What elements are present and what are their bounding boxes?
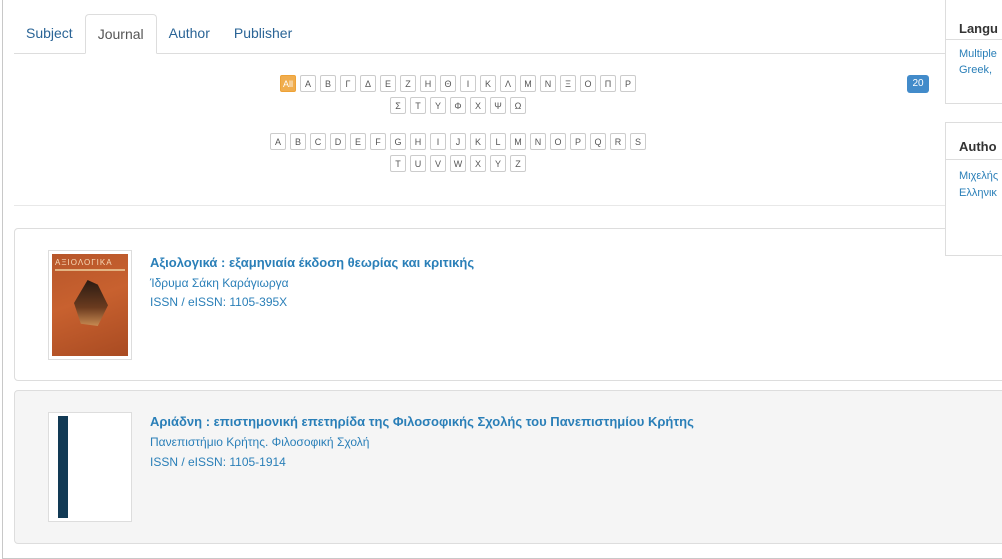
letter-filter-button[interactable]: Ν	[540, 75, 556, 92]
letter-filter-button[interactable]: Ζ	[400, 75, 416, 92]
letter-filter-button[interactable]: X	[470, 155, 486, 172]
tab-author[interactable]: Author	[157, 14, 222, 53]
divider	[14, 205, 1002, 206]
issn-text: ISSN / eISSN: 1105-1914	[150, 455, 286, 469]
cover-image: ΑΞΙΟΛΟΓΙΚΑ	[52, 254, 128, 356]
letter-filter-button[interactable]: V	[430, 155, 446, 172]
letter-filter-button[interactable]: W	[450, 155, 466, 172]
letter-filter-button[interactable]: S	[630, 133, 646, 150]
facet-divider	[946, 159, 1002, 160]
tab-subject[interactable]: Subject	[14, 14, 85, 53]
letter-filter-button[interactable]: Q	[590, 133, 606, 150]
publisher-link[interactable]: Πανεπιστήμιο Κρήτης. Φιλοσοφική Σχολή	[150, 435, 369, 449]
letter-filter-button[interactable]: Σ	[390, 97, 406, 114]
letter-filter-button[interactable]: R	[610, 133, 626, 150]
journal-result-card: ΑΞΙΟΛΟΓΙΚΑ Αξιολογικά : εξαμηνιαία έκδοσ…	[14, 228, 1002, 381]
letter-filter-button[interactable]: A	[270, 133, 286, 150]
letter-filter-button[interactable]: O	[550, 133, 566, 150]
result-count-badge: 20	[907, 75, 929, 93]
facet-link-author-2[interactable]: Ελληνικ	[959, 187, 997, 199]
facet-link-greek[interactable]: Greek,	[959, 64, 992, 76]
letter-filter-button[interactable]: Φ	[450, 97, 466, 114]
letter-filter-button[interactable]: L	[490, 133, 506, 150]
facet-title: Autho	[959, 139, 997, 154]
letter-filter-button[interactable]: I	[430, 133, 446, 150]
letter-filter-button[interactable]: J	[450, 133, 466, 150]
letter-filter-button[interactable]: P	[570, 133, 586, 150]
letter-filter-button[interactable]: D	[330, 133, 346, 150]
language-facet-panel: Langu Multiple Greek,	[945, 0, 1002, 104]
letter-filter-button[interactable]: Λ	[500, 75, 516, 92]
letter-filter-button[interactable]: Α	[300, 75, 316, 92]
journal-cover-thumbnail[interactable]: ΑΞΙΟΛΟΓΙΚΑ	[48, 250, 132, 360]
latin-letter-filter-row-1: ABCDEFGHIJKLMNOPQRS	[218, 133, 698, 150]
letter-filter-button[interactable]: Τ	[410, 97, 426, 114]
cover-title-text: ΑΞΙΟΛΟΓΙΚΑ	[55, 258, 113, 267]
facet-title: Langu	[959, 21, 998, 36]
letter-filter-button[interactable]: Y	[490, 155, 506, 172]
browse-tabs: Subject Journal Author Publisher	[14, 14, 1002, 54]
letter-filter-button[interactable]: E	[350, 133, 366, 150]
letter-filter-button[interactable]: Μ	[520, 75, 536, 92]
facet-divider	[946, 39, 1002, 40]
journal-title-link[interactable]: Αριάδνη : επιστημονική επετηρίδα της Φιλ…	[150, 414, 694, 429]
letter-filter-button[interactable]: Π	[600, 75, 616, 92]
latin-letter-filter-row-2: TUVWXYZ	[218, 155, 698, 172]
publisher-link[interactable]: Ίδρυμα Σάκη Καράγιωργα	[150, 276, 289, 290]
letter-filter-all-button[interactable]: All	[279, 75, 296, 92]
letter-filter-button[interactable]: Γ	[340, 75, 356, 92]
greek-letter-filter-row-1: All Α Β Γ Δ Ε Ζ Η Θ Ι Κ Λ Μ Ν Ξ Ο Π Ρ	[228, 75, 688, 92]
letter-filter-button[interactable]: H	[410, 133, 426, 150]
journal-cover-thumbnail[interactable]	[48, 412, 132, 522]
letter-filter-button[interactable]: Δ	[360, 75, 376, 92]
author-facet-panel: Autho Μιχελής Ελληνικ	[945, 122, 1002, 256]
letter-filter-button[interactable]: Β	[320, 75, 336, 92]
letter-filter-button[interactable]: M	[510, 133, 526, 150]
journal-result-card: Αριάδνη : επιστημονική επετηρίδα της Φιλ…	[14, 390, 1002, 544]
letter-filter-button[interactable]: Z	[510, 155, 526, 172]
letter-filter-button[interactable]: Ρ	[620, 75, 636, 92]
letter-filter-button[interactable]: Χ	[470, 97, 486, 114]
letter-filter-button[interactable]: Θ	[440, 75, 456, 92]
letter-filter-button[interactable]: B	[290, 133, 306, 150]
letter-filter-button[interactable]: Ι	[460, 75, 476, 92]
facet-link-author-1[interactable]: Μιχελής	[959, 170, 998, 182]
letter-filter-button[interactable]: Η	[420, 75, 436, 92]
letter-filter-button[interactable]: Ο	[580, 75, 596, 92]
cover-rule	[55, 269, 125, 271]
letter-filter-button[interactable]: Ε	[380, 75, 396, 92]
letter-filter-button[interactable]: Ξ	[560, 75, 576, 92]
tab-journal[interactable]: Journal	[84, 14, 157, 54]
letter-filter-button[interactable]: G	[390, 133, 406, 150]
cover-image	[52, 416, 128, 518]
issn-text: ISSN / eISSN: 1105-395X	[150, 295, 288, 309]
letter-filter-button[interactable]: C	[310, 133, 326, 150]
letter-filter-button[interactable]: Υ	[430, 97, 446, 114]
letter-filter-button[interactable]: Ω	[510, 97, 526, 114]
greek-letter-filter-row-2: ΣΤΥΦΧΨΩ	[228, 97, 688, 114]
letter-filter-button[interactable]: Ψ	[490, 97, 506, 114]
cover-figure-art	[74, 280, 108, 326]
facet-link-multiple[interactable]: Multiple	[959, 48, 997, 60]
letter-filter-button[interactable]: Κ	[480, 75, 496, 92]
journal-title-link[interactable]: Αξιολογικά : εξαμηνιαία έκδοση θεωρίας κ…	[150, 255, 474, 270]
tab-publisher[interactable]: Publisher	[222, 14, 304, 53]
letter-filter-button[interactable]: K	[470, 133, 486, 150]
cover-spine-bar	[58, 416, 68, 518]
letter-filter-button[interactable]: U	[410, 155, 426, 172]
letter-filter-button[interactable]: F	[370, 133, 386, 150]
letter-filter-button[interactable]: T	[390, 155, 406, 172]
letter-filter-button[interactable]: N	[530, 133, 546, 150]
